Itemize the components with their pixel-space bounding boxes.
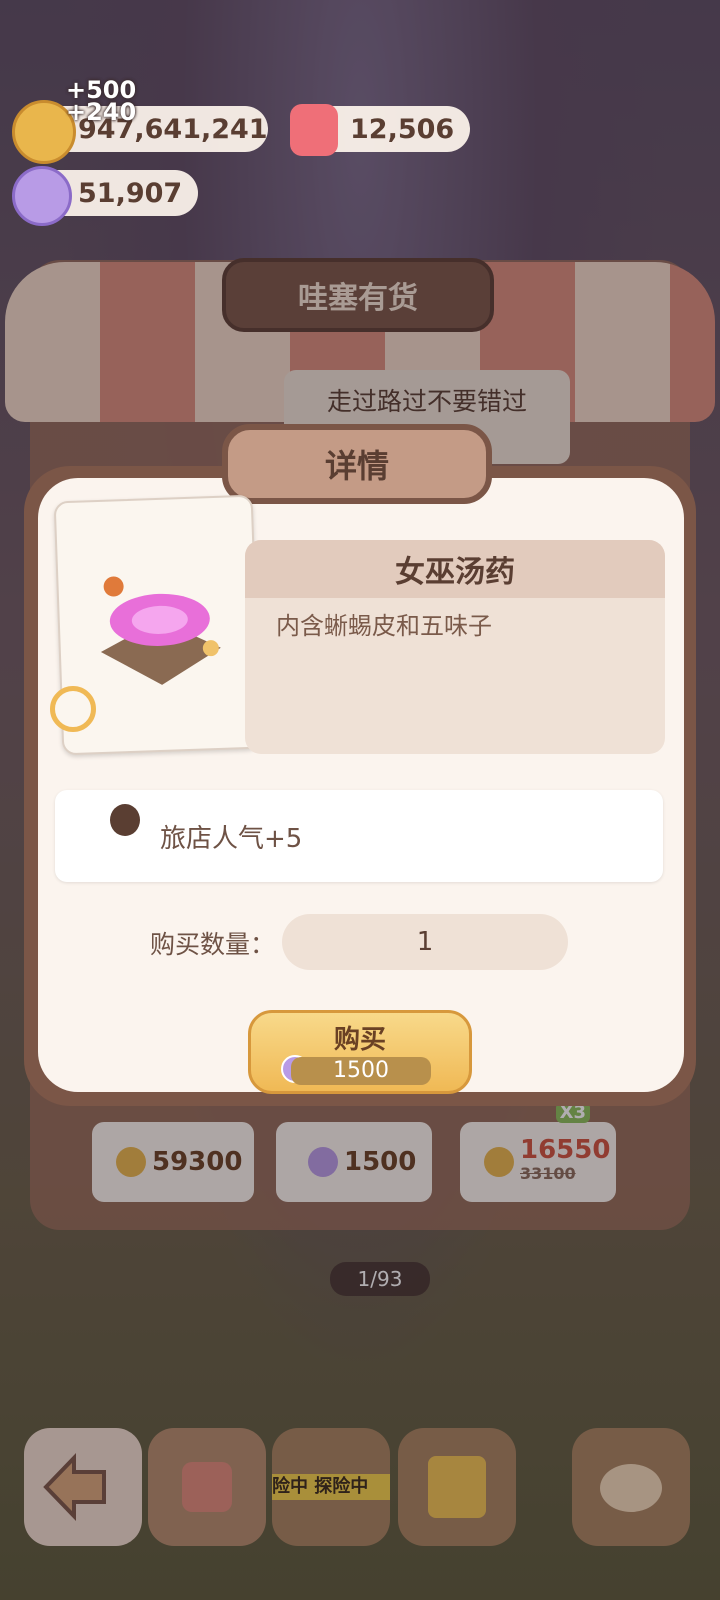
modal-title: 详情	[222, 424, 492, 504]
item-description: 内含蜥蜴皮和五味子	[276, 612, 492, 640]
cookie-gain-text-2: +240	[66, 98, 137, 126]
item-name: 女巫汤药	[245, 540, 665, 598]
buy-label: 购买	[333, 1025, 386, 1055]
item-name-text: 女巫汤药	[395, 555, 515, 590]
red-gem-count: 12,506	[350, 113, 455, 145]
quantity-field[interactable]: 1	[282, 914, 568, 970]
buy-button[interactable]: 购买 1500	[248, 1010, 472, 1094]
candy-icon	[12, 166, 72, 226]
magnifier-button[interactable]	[50, 686, 96, 732]
popularity-icon	[110, 804, 140, 836]
buy-price: 1500	[291, 1057, 431, 1085]
quantity-label: 购买数量：	[150, 930, 276, 959]
red-gem-icon	[290, 104, 338, 156]
candy-count: 51,907	[78, 177, 183, 209]
modal-title-text: 详情	[324, 447, 389, 485]
effect-text: 旅店人气+5	[160, 824, 303, 854]
quantity-value: 1	[416, 927, 434, 957]
effect-notice	[55, 790, 663, 882]
